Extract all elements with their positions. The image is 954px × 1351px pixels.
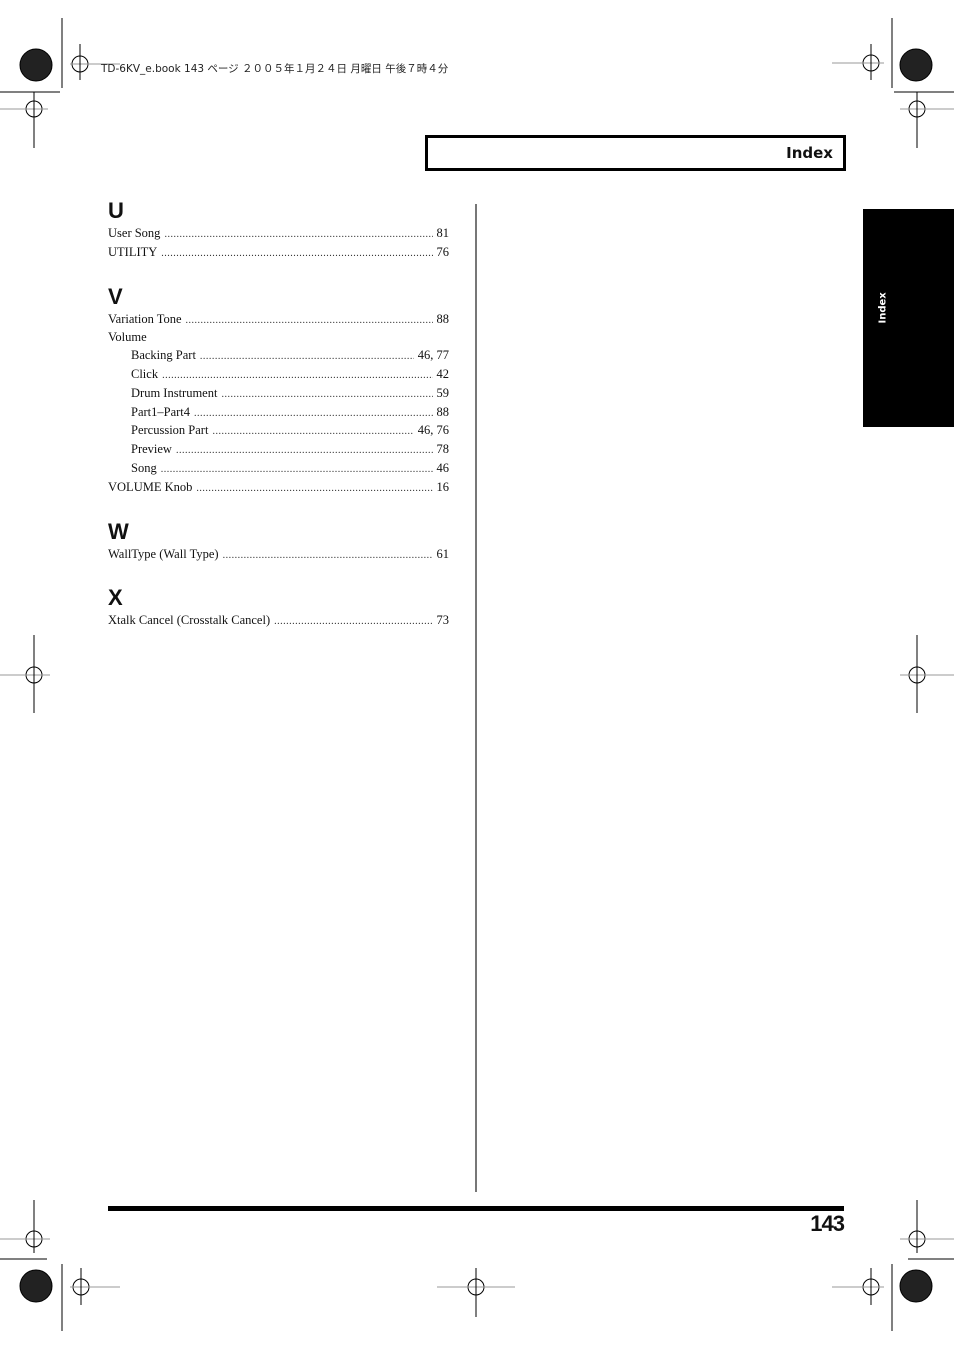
entry-term: Percussion Part bbox=[131, 423, 209, 438]
index-entry: VOLUME Knob 16 bbox=[108, 479, 449, 498]
entry-term: Preview bbox=[131, 442, 172, 457]
section-letter: X bbox=[108, 585, 123, 611]
dot-leader bbox=[274, 612, 432, 631]
dot-leader bbox=[200, 347, 414, 366]
entry-term: Variation Tone bbox=[108, 311, 182, 326]
section-letter: U bbox=[108, 198, 124, 223]
index-section-u: U User Song 81 UTILITY 76 bbox=[108, 197, 449, 263]
entry-pages: 42 bbox=[436, 366, 450, 381]
entry-pages: 88 bbox=[436, 311, 450, 326]
index-entry: Preview 78 bbox=[108, 441, 449, 460]
section-letter: W bbox=[108, 518, 129, 544]
index-entry: Song 46 bbox=[108, 460, 449, 479]
dot-leader bbox=[212, 422, 413, 441]
entry-term: UTILITY bbox=[108, 244, 158, 259]
dot-leader bbox=[164, 225, 432, 244]
entry-term: WallType (Wall Type) bbox=[108, 546, 219, 561]
entry-pages: 61 bbox=[436, 546, 450, 561]
footer-rule bbox=[108, 1206, 844, 1211]
entry-pages: 78 bbox=[436, 442, 450, 457]
entry-pages: 81 bbox=[436, 226, 450, 240]
entry-pages: 76 bbox=[436, 244, 450, 259]
entry-term: Volume bbox=[108, 330, 147, 345]
index-column: U User Song 81 UTILITY 76 V Variation Tone 88 Vo… bbox=[108, 197, 449, 651]
index-entry: Xtalk Cancel (Crosstalk Cancel) 73 bbox=[108, 612, 449, 631]
index-entry: WallType (Wall Type) 61 bbox=[108, 546, 449, 565]
page-number: 143 bbox=[810, 1211, 845, 1236]
index-section-v: V Variation Tone 88 Volume Backing Part 46, 7… bbox=[108, 283, 449, 498]
entry-term: Xtalk Cancel (Crosstalk Cancel) bbox=[108, 613, 271, 628]
entry-term: Backing Part bbox=[131, 348, 196, 363]
dot-leader bbox=[161, 244, 432, 263]
entry-pages: 59 bbox=[436, 385, 450, 400]
side-tab-label: Index bbox=[877, 292, 889, 324]
entry-term: Click bbox=[131, 366, 159, 381]
dot-leader bbox=[162, 366, 432, 385]
index-entry: Drum Instrument 59 bbox=[108, 385, 449, 404]
entry-pages: 73 bbox=[436, 613, 450, 628]
entry-term: User Song bbox=[108, 226, 161, 240]
section-letter: V bbox=[108, 283, 123, 309]
dot-leader bbox=[186, 311, 433, 330]
entry-pages: 46 bbox=[436, 460, 450, 475]
entry-pages: 46, 76 bbox=[417, 423, 449, 438]
index-entry: UTILITY 76 bbox=[108, 244, 449, 263]
dot-leader bbox=[194, 404, 432, 423]
dot-leader bbox=[223, 546, 433, 565]
entry-term: Song bbox=[131, 460, 157, 475]
chapter-title-box: Index bbox=[425, 135, 846, 171]
index-entry: Part1–Part4 88 bbox=[108, 404, 449, 423]
entry-term: Drum Instrument bbox=[131, 385, 218, 400]
index-section-w: W WallType (Wall Type) 61 bbox=[108, 518, 449, 565]
index-entry: User Song 81 bbox=[108, 225, 449, 244]
index-entry: Volume bbox=[108, 329, 449, 347]
entry-pages: 46, 77 bbox=[417, 348, 449, 363]
index-entry: Backing Part 46, 77 bbox=[108, 347, 449, 366]
index-entry: Click 42 bbox=[108, 366, 449, 385]
chapter-title: Index bbox=[786, 144, 833, 162]
index-entry: Variation Tone 88 bbox=[108, 311, 449, 330]
entry-pages: 88 bbox=[436, 404, 450, 419]
dot-leader bbox=[176, 441, 433, 460]
index-entry: Percussion Part 46, 76 bbox=[108, 422, 449, 441]
dot-leader bbox=[161, 460, 433, 479]
entry-term: VOLUME Knob bbox=[108, 479, 193, 494]
entry-term: Part1–Part4 bbox=[131, 404, 191, 419]
entry-pages: 16 bbox=[436, 479, 450, 494]
print-header: TD-6KV_e.book 143 ページ ２００５年１月２４日 月曜日 午後７… bbox=[101, 63, 449, 75]
dot-leader bbox=[221, 385, 432, 404]
column-divider bbox=[475, 204, 477, 1192]
dot-leader bbox=[196, 479, 432, 498]
index-section-x: X Xtalk Cancel (Crosstalk Cancel) 73 bbox=[108, 584, 449, 631]
